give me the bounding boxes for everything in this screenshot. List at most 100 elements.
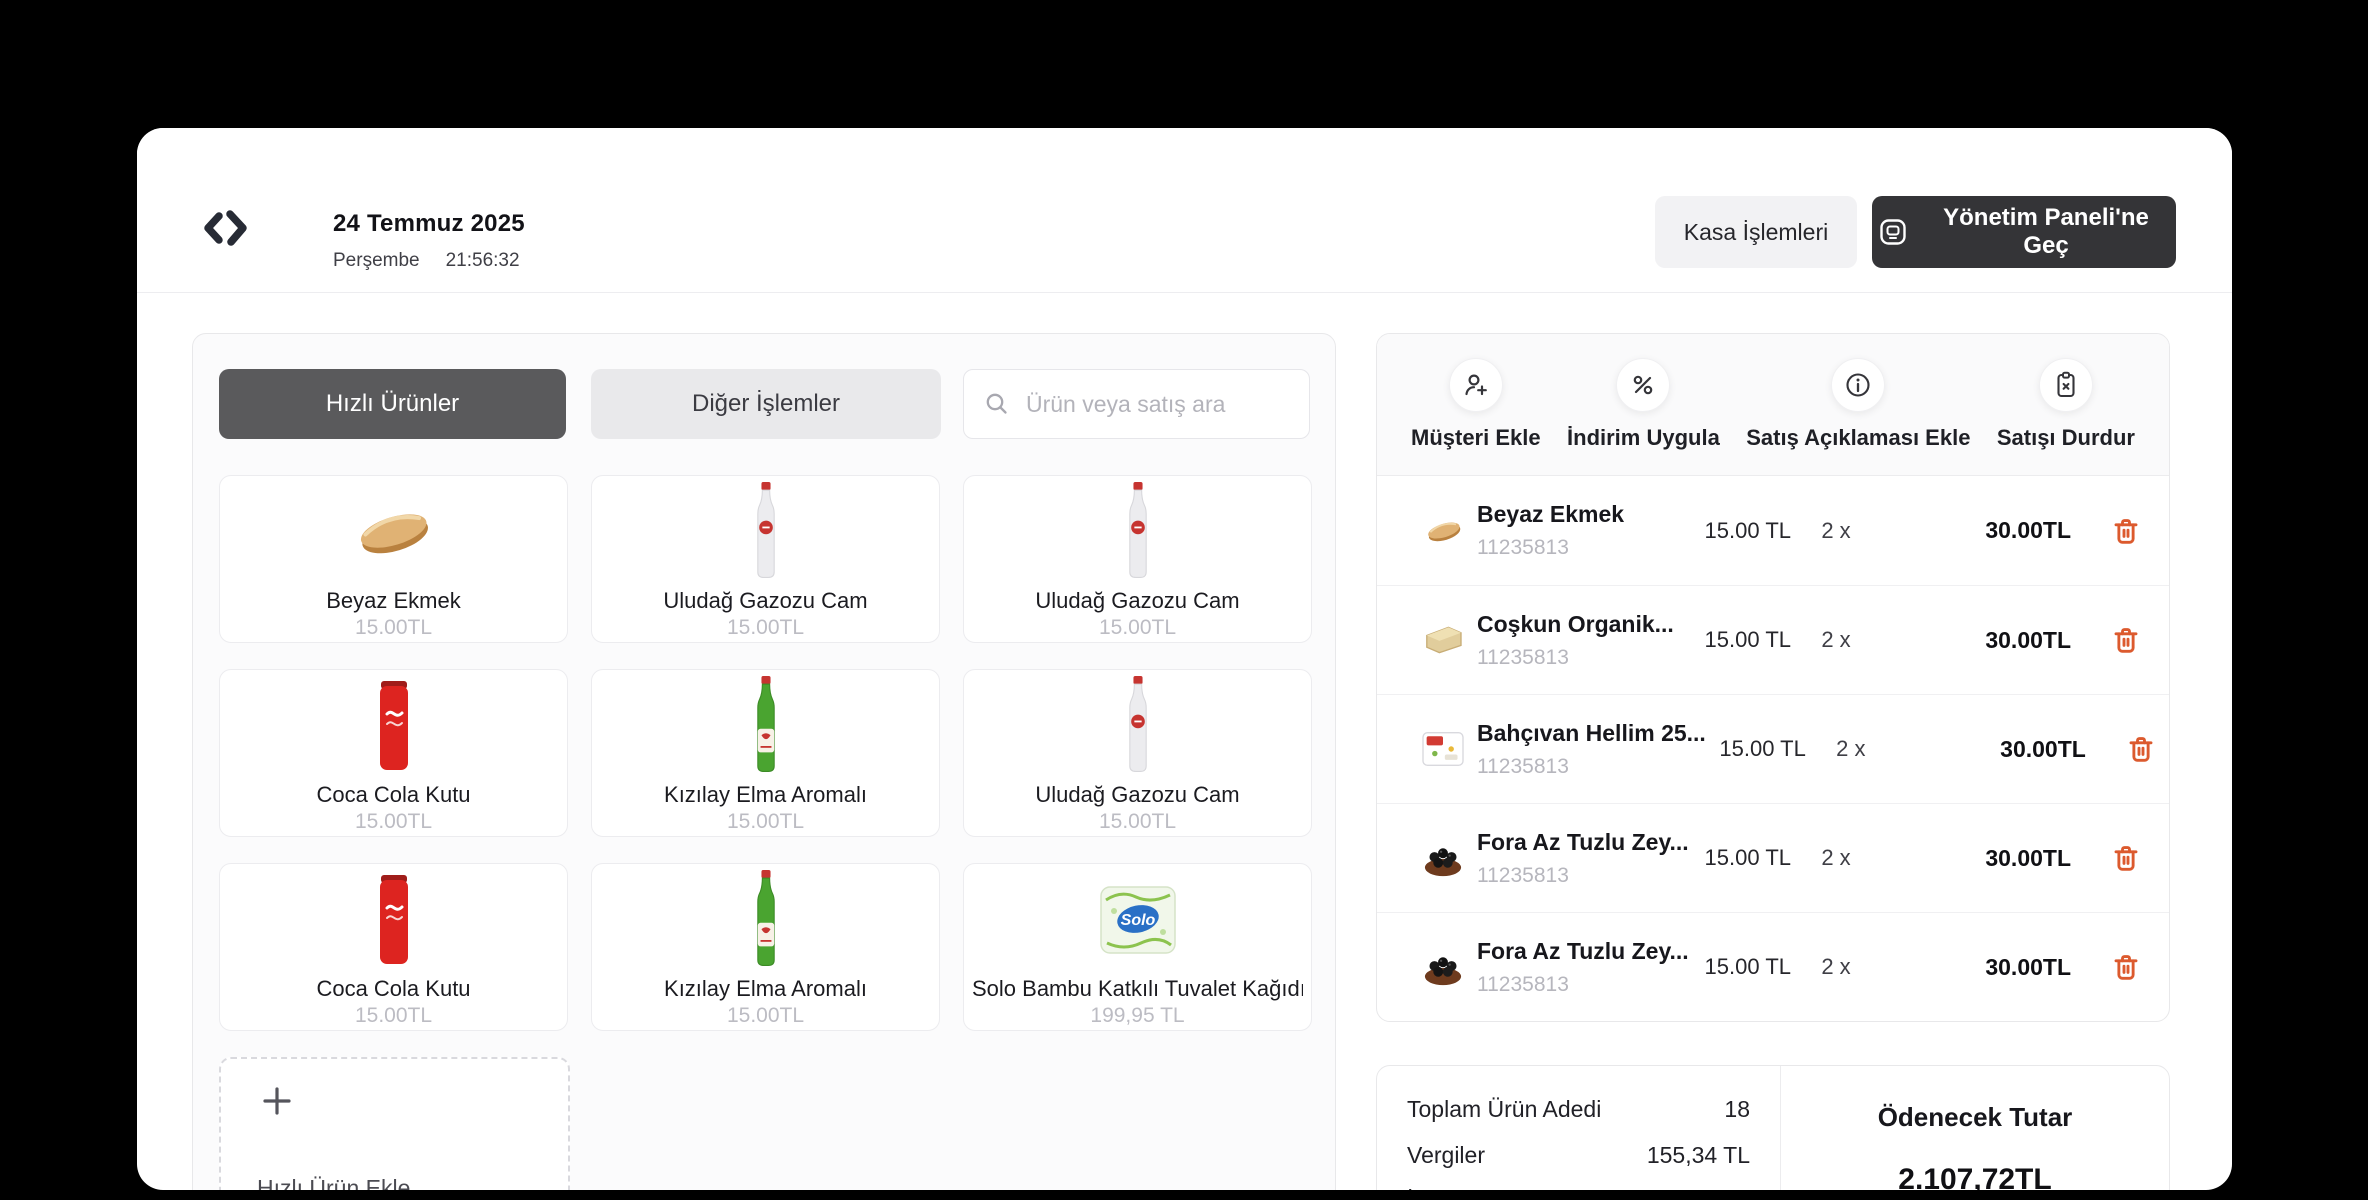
datetime-block: 24 Temmuz 2025 Perşembe 21:56:32 <box>333 210 525 272</box>
cart-panel: Müşteri Ekle İndirim Uygula <box>1376 333 2170 1022</box>
soda-bottle-image <box>964 676 1311 776</box>
olives-bowl-thumbnail <box>1421 947 1477 987</box>
delete-item-button[interactable] <box>2071 952 2141 982</box>
product-price: 15.00TL <box>592 810 939 834</box>
app-window: 24 Temmuz 2025 Perşembe 21:56:32 Kasa İş… <box>137 128 2232 1190</box>
soda-bottle-image <box>964 482 1311 582</box>
cash-operations-button[interactable]: Kasa İşlemleri <box>1655 196 1857 268</box>
apply-discount-button[interactable]: İndirim Uygula <box>1567 358 1720 451</box>
add-quick-product-label: Hızlı Ürün Ekle <box>257 1175 410 1190</box>
product-name: Coca Cola Kutu <box>228 976 559 1002</box>
cart-item-row: Bahçıvan Hellim 25... 11235813 15.00 TL … <box>1377 694 2169 803</box>
bread-image <box>220 482 567 582</box>
bread-thumbnail <box>1421 514 1477 548</box>
admin-panel-button[interactable]: Yönetim Paneli'ne Geç <box>1872 196 2176 268</box>
plus-icon <box>257 1081 297 1121</box>
product-price: 15.00TL <box>220 1004 567 1028</box>
cart-item-name: Beyaz Ekmek <box>1477 501 1691 528</box>
product-price: 15.00TL <box>964 810 1311 834</box>
cart-item-unit-price: 15.00 TL <box>1706 736 1806 762</box>
delete-item-button[interactable] <box>2071 625 2141 655</box>
product-card[interactable]: Beyaz Ekmek 15.00TL <box>219 475 568 643</box>
summary-label: Toplam Ürün Adedi <box>1407 1096 1601 1123</box>
amount-due-value: 2.107,72TL <box>1898 1163 2051 1190</box>
cola-can-image <box>220 676 567 776</box>
cart-item-qty: 2 x <box>1806 736 1896 762</box>
product-price: 15.00TL <box>964 616 1311 640</box>
clipboard-x-icon <box>2039 358 2093 412</box>
toilet-paper-pack-image: Solo <box>964 870 1311 970</box>
page-background: 24 Temmuz 2025 Perşembe 21:56:32 Kasa İş… <box>0 0 2368 1200</box>
cart-item-row: Fora Az Tuzlu Zey... 11235813 15.00 TL 2… <box>1377 803 2169 912</box>
cart-item-sku: 11235813 <box>1477 646 1691 670</box>
percent-icon <box>1616 358 1670 412</box>
summary-totals: Toplam Ürün Adedi 18 Vergiler 155,34 TL … <box>1377 1066 1781 1190</box>
cola-can-image <box>220 870 567 970</box>
cart-item-list: Beyaz Ekmek 11235813 15.00 TL 2 x 30.00T… <box>1377 476 2169 1021</box>
cart-item-unit-price: 15.00 TL <box>1691 627 1791 653</box>
product-name: Beyaz Ekmek <box>228 588 559 614</box>
tab-other-operations[interactable]: Diğer İşlemler <box>591 369 941 439</box>
product-card[interactable]: Uludağ Gazozu Cam 15.00TL <box>591 475 940 643</box>
delete-item-button[interactable] <box>2086 734 2156 764</box>
cart-item-name: Bahçıvan Hellim 25... <box>1477 720 1706 747</box>
product-price: 15.00TL <box>592 1004 939 1028</box>
cart-item-total: 30.00TL <box>1881 845 2071 872</box>
cart-item-qty: 2 x <box>1791 627 1881 653</box>
product-search[interactable] <box>963 369 1310 439</box>
add-quick-product-card[interactable]: Hızlı Ürün Ekle <box>219 1057 570 1190</box>
current-time: 21:56:32 <box>446 250 520 272</box>
add-customer-button[interactable]: Müşteri Ekle <box>1411 358 1541 451</box>
cart-item-sku: 11235813 <box>1477 755 1706 779</box>
product-card[interactable]: Coca Cola Kutu 15.00TL <box>219 863 568 1031</box>
apply-discount-label: İndirim Uygula <box>1567 425 1720 451</box>
cart-item-name: Fora Az Tuzlu Zey... <box>1477 829 1691 856</box>
cart-item-qty: 2 x <box>1791 954 1881 980</box>
product-card[interactable]: Kızılay Elma Aromalı 15.00TL <box>591 669 940 837</box>
user-plus-icon <box>1449 358 1503 412</box>
header: 24 Temmuz 2025 Perşembe 21:56:32 Kasa İş… <box>137 128 2232 293</box>
green-bottle-image <box>592 676 939 776</box>
product-price: 15.00TL <box>220 810 567 834</box>
amount-due-block: Ödenecek Tutar 2.107,72TL <box>1781 1066 2169 1190</box>
products-panel: Hızlı Ürünler Diğer İşlemler <box>192 333 1336 1190</box>
cart-item-sku: 11235813 <box>1477 973 1691 997</box>
amount-due-label: Ödenecek Tutar <box>1878 1102 2073 1133</box>
cart-item-total: 30.00TL <box>1881 627 2071 654</box>
add-sale-note-button[interactable]: Satış Açıklaması Ekle <box>1746 358 1970 451</box>
search-icon <box>984 391 1010 417</box>
product-name: Solo Bambu Katkılı Tuvalet Kağıdı 32'li <box>972 976 1303 1002</box>
halloumi-pack-thumbnail <box>1421 729 1477 769</box>
cart-actions-bar: Müşteri Ekle İndirim Uygula <box>1377 334 2169 476</box>
summary-value: 0,00TL <box>1678 1188 1750 1190</box>
green-bottle-image <box>592 870 939 970</box>
search-input[interactable] <box>1024 390 1298 419</box>
product-card[interactable]: Uludağ Gazozu Cam 15.00TL <box>963 669 1312 837</box>
cart-item-name: Coşkun Organik... <box>1477 611 1691 638</box>
summary-value: 155,34 TL <box>1647 1142 1750 1169</box>
delete-item-button[interactable] <box>2071 516 2141 546</box>
delete-item-button[interactable] <box>2071 843 2141 873</box>
tab-quick-products[interactable]: Hızlı Ürünler <box>219 369 566 439</box>
hold-sale-button[interactable]: Satışı Durdur <box>1997 358 2135 451</box>
product-name: Kızılay Elma Aromalı <box>600 976 931 1002</box>
add-sale-note-label: Satış Açıklaması Ekle <box>1746 425 1970 451</box>
cart-item-sku: 11235813 <box>1477 536 1691 560</box>
cart-item-sku: 11235813 <box>1477 864 1691 888</box>
product-name: Uludağ Gazozu Cam <box>600 588 931 614</box>
cart-item-name: Fora Az Tuzlu Zey... <box>1477 938 1691 965</box>
cart-item-total: 30.00TL <box>1881 954 2071 981</box>
product-card[interactable]: Solo Solo Bambu Katkılı Tuvalet Kağıdı 3… <box>963 863 1312 1031</box>
summary-label: Vergiler <box>1407 1142 1485 1169</box>
svg-text:Solo: Solo <box>1120 912 1155 929</box>
hold-sale-label: Satışı Durdur <box>1997 425 2135 451</box>
product-card[interactable]: Uludağ Gazozu Cam 15.00TL <box>963 475 1312 643</box>
summary-label: İndirim Tutarı <box>1407 1188 1541 1190</box>
product-name: Uludağ Gazozu Cam <box>972 782 1303 808</box>
cart-item-qty: 2 x <box>1791 845 1881 871</box>
product-card[interactable]: Coca Cola Kutu 15.00TL <box>219 669 568 837</box>
cart-item-qty: 2 x <box>1791 518 1881 544</box>
product-card[interactable]: Kızılay Elma Aromalı 15.00TL <box>591 863 940 1031</box>
soda-bottle-image <box>592 482 939 582</box>
checkout-summary: Toplam Ürün Adedi 18 Vergiler 155,34 TL … <box>1376 1065 2170 1190</box>
